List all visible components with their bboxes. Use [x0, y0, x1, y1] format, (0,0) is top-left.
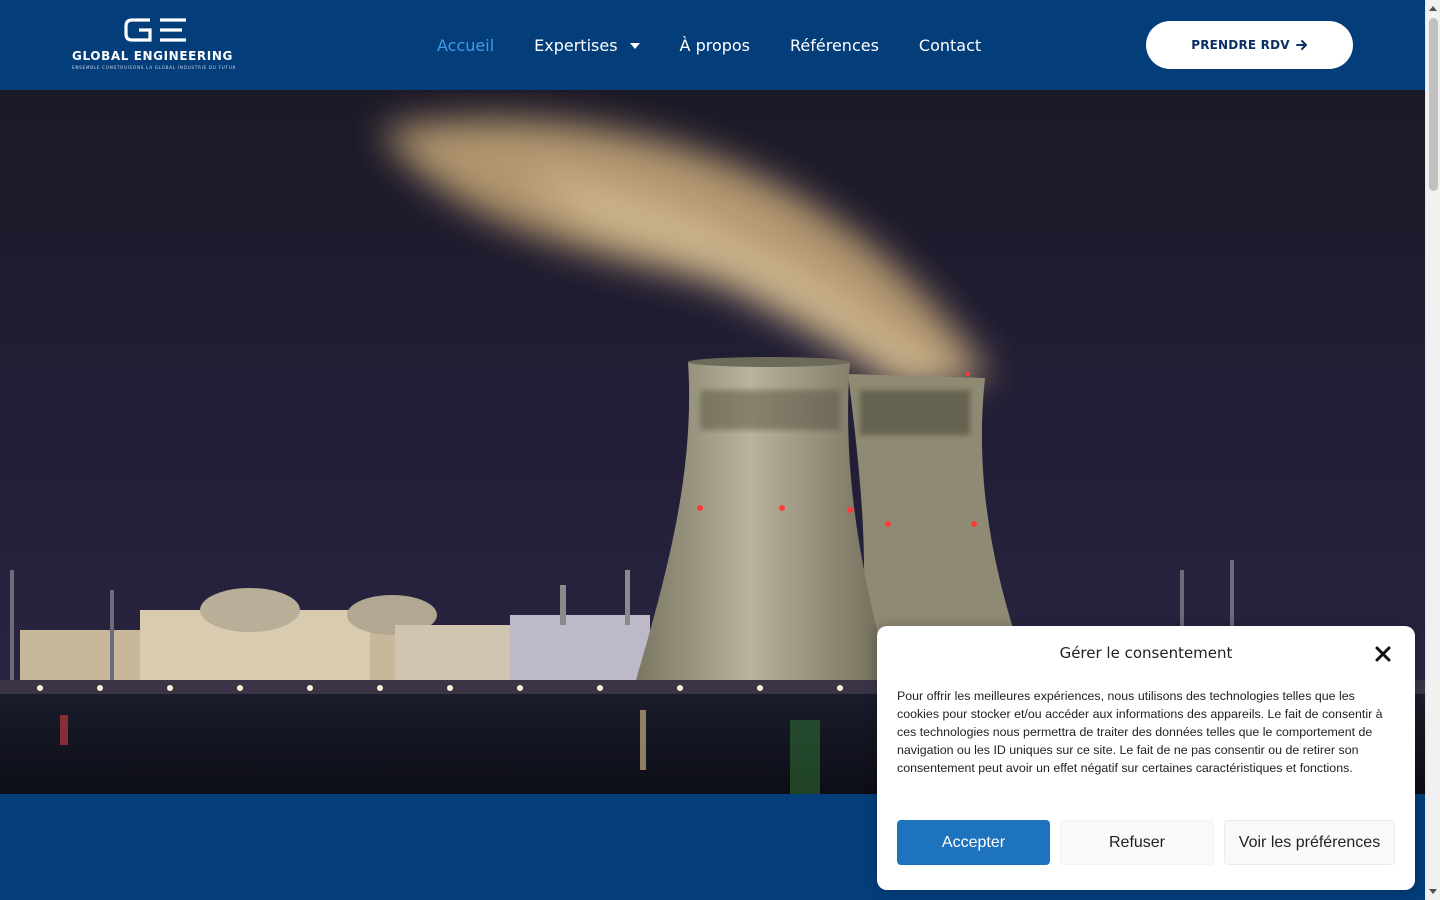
nav-item-a-propos[interactable]: À propos: [680, 36, 750, 55]
nav-item-label: Contact: [918, 35, 982, 55]
close-icon[interactable]: [1374, 645, 1392, 663]
scroll-thumb[interactable]: [1429, 18, 1438, 191]
logo-tagline: ENSEMBLE CONSTRUISONS LA GLOBAL INDUSTRI…: [72, 65, 237, 70]
nav-item-label: À propos: [679, 35, 751, 55]
accept-button[interactable]: Accepter: [897, 820, 1050, 865]
page-scrollbar[interactable]: [1425, 0, 1440, 900]
consent-text: Pour offrir les meilleures expériences, …: [897, 689, 1383, 775]
scroll-up-icon[interactable]: [1429, 6, 1437, 11]
nav-item-expertises[interactable]: Expertises: [534, 35, 640, 55]
nav-item-label: Accueil: [437, 35, 495, 55]
refuse-button[interactable]: Refuser: [1060, 820, 1214, 865]
cta-label: PRENDRE RDV: [1191, 38, 1290, 52]
arrow-right-icon: [1295, 40, 1307, 50]
logo-name: GLOBAL ENGINEERING: [72, 49, 233, 63]
nav-item-label: Expertises: [534, 35, 618, 55]
book-appointment-button[interactable]: PRENDRE RDV: [1146, 21, 1353, 69]
caret-down-icon[interactable]: [629, 43, 640, 49]
nav-item-contact[interactable]: Contact: [919, 36, 981, 55]
main-nav: Accueil Expertises À propos Références C…: [437, 0, 1021, 90]
view-preferences-button[interactable]: Voir les préférences: [1224, 820, 1395, 865]
consent-title: Gérer le consentement: [1059, 644, 1233, 662]
logo[interactable]: GLOBAL ENGINEERING ENSEMBLE CONSTRUISONS…: [72, 17, 242, 73]
nav-item-references[interactable]: Références: [790, 36, 879, 55]
logo-mark-icon: [124, 18, 186, 42]
scroll-down-icon[interactable]: [1429, 889, 1437, 894]
nav-item-accueil[interactable]: Accueil: [437, 36, 494, 55]
site-header: GLOBAL ENGINEERING ENSEMBLE CONSTRUISONS…: [0, 0, 1425, 90]
nav-item-label: Références: [790, 35, 879, 55]
cookie-consent-dialog: Gérer le consentement Pour offrir les me…: [877, 626, 1415, 890]
